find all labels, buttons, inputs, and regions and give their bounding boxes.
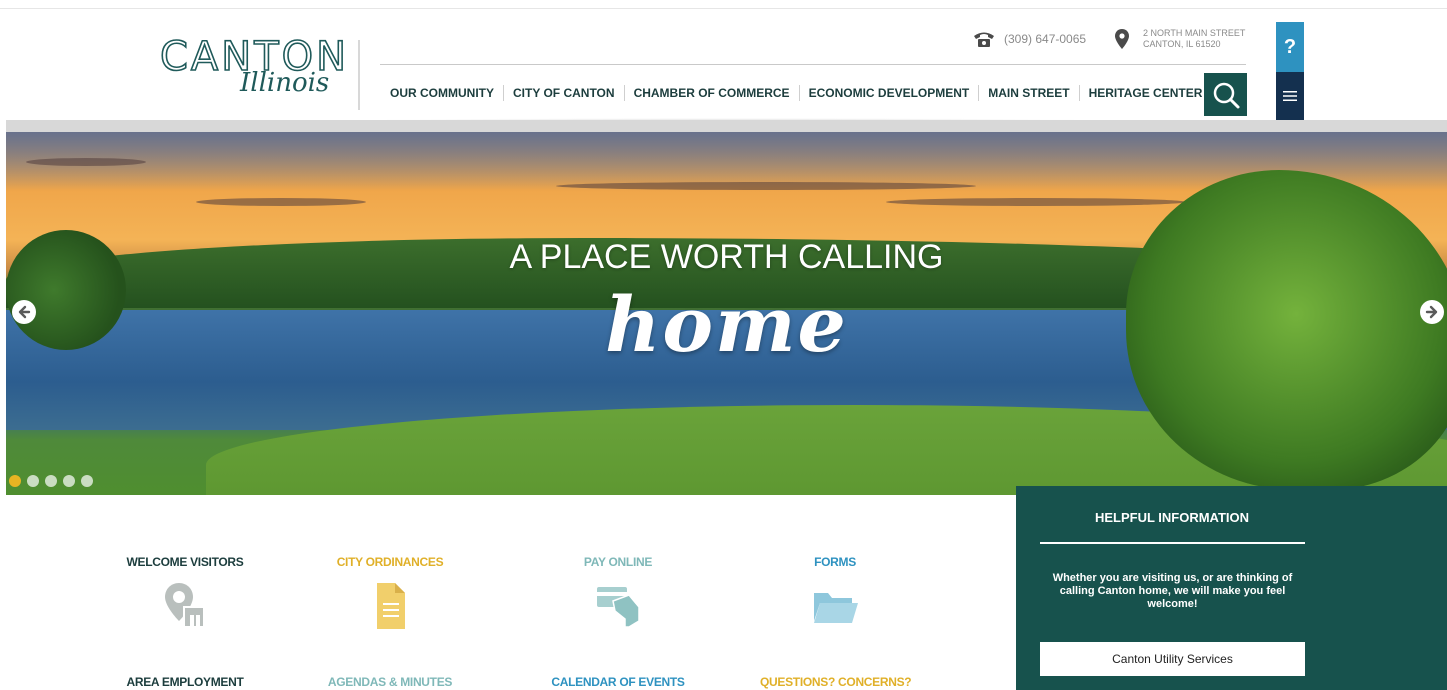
logo-state: Illinois — [240, 68, 330, 98]
hamburger-icon — [1283, 91, 1297, 101]
site-header: CANTON Illinois (309) 647-0065 2 NORTH M… — [0, 0, 1447, 126]
slider-next-button[interactable] — [1420, 300, 1444, 324]
quick-link-calendar-of-events[interactable]: CALENDAR OF EVENTS — [543, 675, 693, 689]
nav-economic-development[interactable]: ECONOMIC DEVELOPMENT — [800, 85, 980, 101]
help-button[interactable]: ? — [1276, 22, 1304, 72]
nav-divider — [380, 64, 1246, 65]
nav-chamber-of-commerce[interactable]: CHAMBER OF COMMERCE — [625, 85, 800, 101]
hero-cloud — [196, 198, 366, 206]
quick-link-label: FORMS — [814, 555, 856, 569]
phone-icon — [974, 32, 994, 47]
helpful-divider — [1040, 542, 1305, 544]
phone-number: (309) 647-0065 — [1004, 32, 1087, 46]
nav-heritage-center[interactable]: HERITAGE CENTER — [1080, 85, 1212, 101]
hero-cloud — [886, 198, 1186, 206]
quick-link-label: CALENDAR OF EVENTS — [551, 675, 685, 689]
hero-cloud — [26, 158, 146, 166]
hero-slider: A PLACE WORTH CALLING home — [6, 120, 1447, 495]
map-pin-icon — [1115, 29, 1129, 49]
slider-dots — [9, 475, 93, 487]
address-line2: CANTON, IL 61520 — [1143, 39, 1221, 49]
quick-link-questions-concerns[interactable]: QUESTIONS? CONCERNS? — [760, 675, 912, 689]
helpful-text: Whether you are visiting us, or are thin… — [1052, 572, 1293, 610]
quick-link-pay-online[interactable]: PAY ONLINE — [543, 555, 693, 631]
slider-dot[interactable] — [63, 475, 75, 487]
nav-city-of-canton[interactable]: CITY OF CANTON — [504, 85, 625, 101]
document-icon — [377, 583, 405, 629]
location-building-icon — [165, 583, 205, 628]
main-nav: OUR COMMUNITY CITY OF CANTON CHAMBER OF … — [380, 76, 1211, 110]
card-payment-icon — [597, 587, 640, 628]
quick-link-forms[interactable]: FORMS — [760, 555, 910, 631]
menu-button[interactable] — [1276, 72, 1304, 120]
quick-link-label: AREA EMPLOYMENT — [126, 675, 244, 689]
quick-link-label: PAY ONLINE — [583, 555, 653, 569]
phone-contact[interactable]: (309) 647-0065 — [972, 22, 1086, 56]
site-logo[interactable]: CANTON Illinois — [150, 30, 360, 110]
search-icon — [1213, 82, 1239, 108]
quick-link-label: CITY ORDINANCES — [336, 555, 444, 569]
logo-divider — [358, 40, 360, 110]
hero-cloud — [556, 182, 976, 190]
nav-our-community[interactable]: OUR COMMUNITY — [380, 85, 504, 101]
hero-script-word: home — [605, 280, 848, 369]
helpful-information-panel: HELPFUL INFORMATION Whether you are visi… — [1016, 486, 1447, 690]
folder-icon — [814, 593, 858, 623]
arrow-right-icon — [1425, 305, 1438, 319]
quick-link-label: QUESTIONS? CONCERNS? — [760, 675, 912, 689]
slider-dot[interactable] — [81, 475, 93, 487]
address-contact[interactable]: 2 NORTH MAIN STREET CANTON, IL 61520 — [1115, 22, 1245, 56]
helpful-title: HELPFUL INFORMATION — [1094, 510, 1250, 525]
quick-link-city-ordinances[interactable]: CITY ORDINANCES — [315, 555, 465, 631]
utility-services-button[interactable]: Canton Utility Services — [1040, 642, 1305, 676]
quick-link-area-employment[interactable]: AREA EMPLOYMENT — [110, 675, 260, 689]
quick-link-label: AGENDAS & MINUTES — [327, 675, 453, 689]
slider-dot[interactable] — [9, 475, 21, 487]
hero-title: A PLACE WORTH CALLING — [509, 238, 944, 276]
quick-link-agendas-minutes[interactable]: AGENDAS & MINUTES — [315, 675, 465, 689]
arrow-left-icon — [18, 305, 31, 319]
slider-dot[interactable] — [27, 475, 39, 487]
slider-prev-button[interactable] — [12, 300, 36, 324]
quick-link-welcome-visitors[interactable]: WELCOME VISITORS — [110, 555, 260, 631]
search-button[interactable] — [1204, 73, 1247, 116]
slider-dot[interactable] — [45, 475, 57, 487]
quick-link-label: WELCOME VISITORS — [126, 555, 244, 569]
nav-main-street[interactable]: MAIN STREET — [979, 85, 1080, 101]
address-text: 2 NORTH MAIN STREET CANTON, IL 61520 — [1143, 28, 1245, 50]
address-line1: 2 NORTH MAIN STREET — [1143, 28, 1246, 38]
